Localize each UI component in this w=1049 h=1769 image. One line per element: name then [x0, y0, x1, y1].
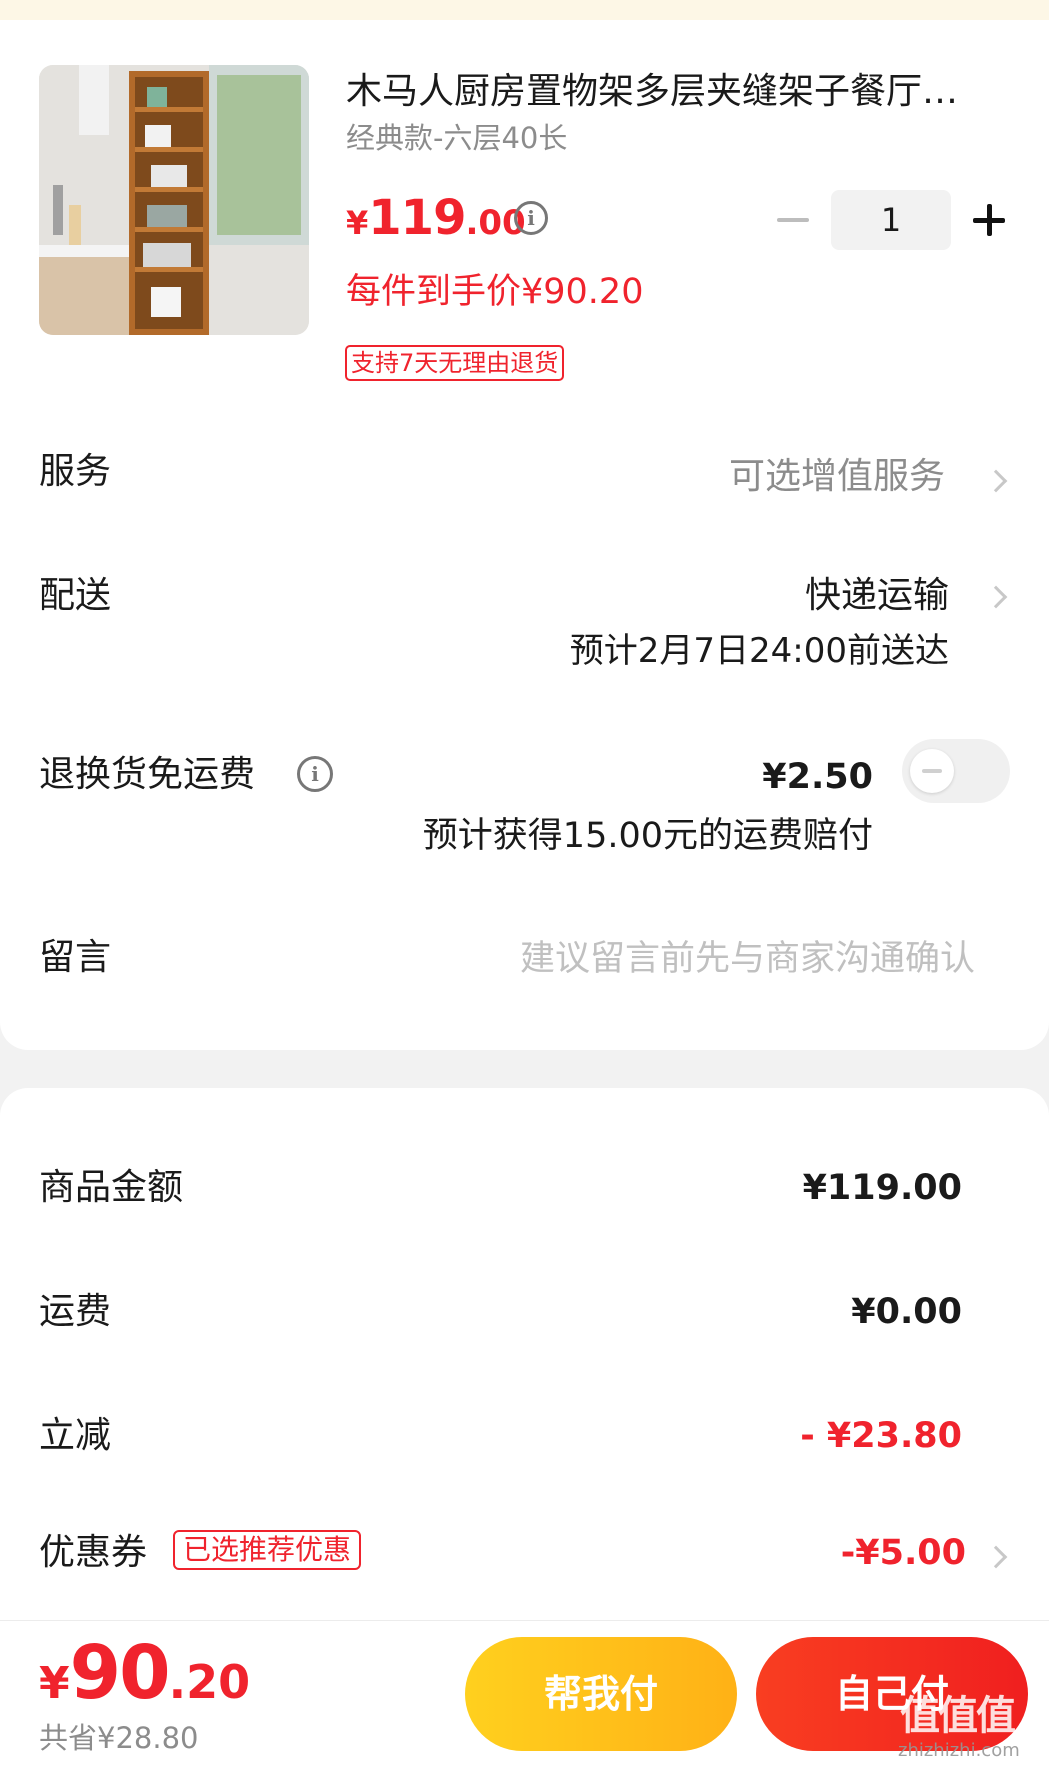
info-icon[interactable]: i	[514, 201, 548, 235]
service-label: 服务	[39, 451, 112, 492]
total-currency: ¥	[39, 1658, 70, 1709]
minus-icon[interactable]	[776, 202, 810, 238]
return-freight-toggle[interactable]	[902, 739, 1010, 803]
discount-value: - ¥23.80	[800, 1416, 962, 1456]
return-policy-badge: 支持7天无理由退货	[345, 345, 565, 381]
delivery-label: 配送	[39, 575, 112, 616]
goods-amount-label: 商品金额	[39, 1167, 184, 1208]
coupon-label: 优惠券	[39, 1532, 148, 1573]
toggle-knob	[910, 749, 954, 793]
shipping-label: 运费	[39, 1291, 112, 1332]
coupon-badge: 已选推荐优惠	[173, 1530, 362, 1570]
quantity-input[interactable]: 1	[831, 190, 951, 250]
delivery-eta: 预计2月7日24:00前送达	[569, 631, 949, 671]
return-freight-price: ¥2.50	[762, 757, 873, 797]
watermark-url: zhizhizhi.com	[898, 1740, 1020, 1761]
product-spec[interactable]: 经典款-六层40长	[346, 118, 567, 158]
coupon-value[interactable]: -¥5.00	[841, 1528, 966, 1578]
goods-amount-value: ¥119.00	[802, 1168, 962, 1208]
chevron-right-icon[interactable]	[985, 1542, 1007, 1572]
product-image[interactable]	[39, 65, 309, 335]
product-price: ¥ 119 .00	[346, 190, 526, 250]
price-integer: 119	[368, 190, 466, 246]
discount-label: 立减	[39, 1415, 112, 1456]
total-price: ¥ 90 .20	[39, 1630, 251, 1716]
chevron-right-icon[interactable]	[985, 582, 1007, 612]
info-icon[interactable]: i	[297, 756, 333, 792]
delivery-method[interactable]: 快递运输	[805, 571, 949, 621]
saved-amount: 共省¥28.80	[39, 1721, 199, 1755]
top-banner-strip	[0, 0, 1049, 20]
shipping-value: ¥0.00	[851, 1292, 962, 1332]
return-freight-note: 预计获得15.00元的运费赔付	[422, 816, 873, 856]
unit-price: 每件到手价¥90.20	[346, 272, 644, 312]
help-pay-button[interactable]: 帮我付	[465, 1637, 737, 1751]
product-title[interactable]: 木马人厨房置物架多层夹缝架子餐厅…	[346, 68, 1011, 116]
plus-icon[interactable]	[973, 204, 1005, 236]
chevron-right-icon[interactable]	[985, 466, 1007, 496]
watermark-logo: 值值值	[900, 1693, 1016, 1739]
service-value[interactable]: 可选增值服务	[729, 452, 945, 502]
total-integer: 90	[69, 1630, 171, 1716]
return-freight-label: 退换货免运费	[39, 754, 256, 795]
message-label: 留言	[39, 937, 112, 978]
total-decimal: .20	[168, 1655, 251, 1709]
price-currency: ¥	[346, 204, 369, 242]
message-input[interactable]	[440, 933, 975, 985]
